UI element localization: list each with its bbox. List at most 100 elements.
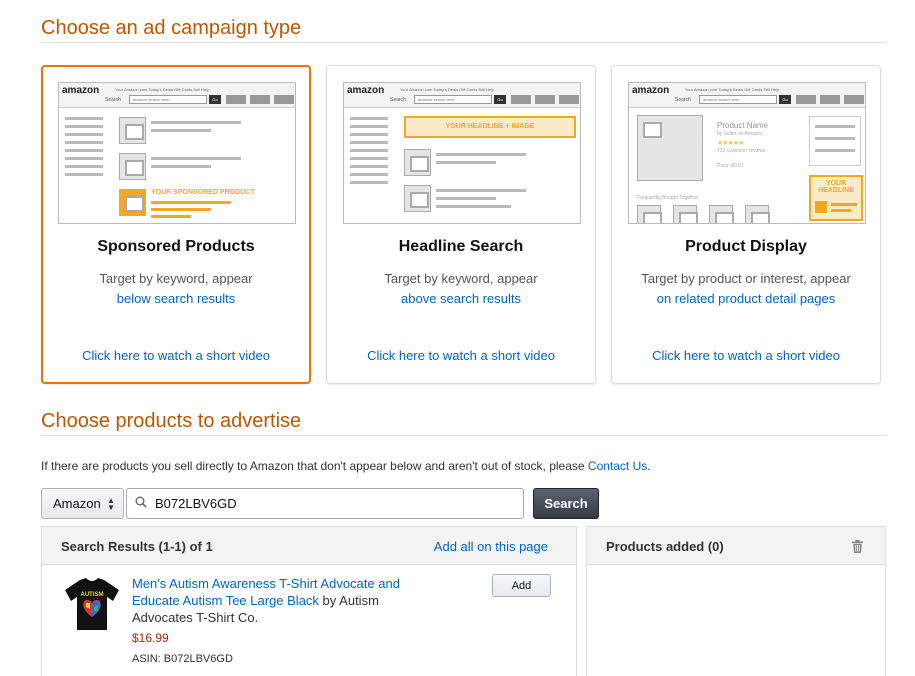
heading-divider <box>41 42 886 43</box>
mock-go: Go <box>779 95 791 104</box>
select-arrows-icon: ▲ ▼ <box>107 496 115 512</box>
mock-search-label: Search <box>105 97 121 103</box>
card-title: Product Display <box>685 238 807 255</box>
mock-line <box>65 125 103 128</box>
contact-us-link[interactable]: Contact Us <box>588 459 647 473</box>
mock-block <box>559 95 579 104</box>
mock-orange-line <box>831 209 851 212</box>
info-message: If there are products you sell directly … <box>41 459 588 473</box>
mock-header: amazon Your Amazon.com Today's Deals Gif… <box>59 83 295 108</box>
mock-block <box>250 95 270 104</box>
marketplace-select[interactable]: Amazon ▲ ▼ <box>41 488 124 519</box>
mock-line <box>151 165 211 168</box>
mock-line <box>350 117 388 120</box>
mock-line <box>350 141 388 144</box>
search-results-panel: Search Results (1-1) of 1 Add all on thi… <box>41 526 577 676</box>
card-description: Target by keyword, appear <box>99 271 253 286</box>
mock-sponsored-image-icon <box>119 189 146 216</box>
mock-line <box>65 173 103 176</box>
mock-logo: amazon <box>62 85 100 96</box>
mock-block <box>226 95 246 104</box>
mock-orange-line <box>151 215 191 218</box>
mock-line <box>815 149 855 152</box>
mock-line <box>350 125 388 128</box>
search-icon <box>135 496 147 508</box>
watch-video-link[interactable]: Click here to watch a short video <box>327 348 595 363</box>
choose-products-heading: Choose products to advertise <box>41 410 302 432</box>
mock-line <box>350 149 388 152</box>
mock-search: amazon search term <box>699 95 777 104</box>
mock-line <box>350 165 388 168</box>
mock-seller: by Seller on Amazon <box>717 131 763 137</box>
mock-line <box>65 141 103 144</box>
mock-line <box>436 153 526 156</box>
results-header: Search Results (1-1) of 1 Add all on thi… <box>42 527 576 565</box>
info-text: If there are products you sell directly … <box>41 459 651 473</box>
mock-sponsored-label: YOUR SPONSORED PRODUCT <box>151 189 255 196</box>
mock-nav: Your Amazon.com Today's Deals Gift Cards… <box>685 87 780 92</box>
card-description: Target by keyword, appear <box>384 271 538 286</box>
mock-header: amazon Your Amazon.com Today's Deals Gif… <box>344 83 580 108</box>
add-all-link[interactable]: Add all on this page <box>434 539 548 554</box>
mock-line <box>65 117 103 120</box>
trash-icon[interactable] <box>852 540 863 553</box>
mock-stars-icon: ★★★★★ <box>717 140 744 147</box>
product-thumbnail[interactable]: AUTISM <box>64 577 120 631</box>
product-price: $16.99 <box>132 631 169 645</box>
mock-logo: amazon <box>632 85 670 96</box>
mock-block <box>844 95 864 104</box>
mock-line <box>151 121 241 124</box>
mock-nav: Your Amazon.com Today's Deals Gift Cards… <box>115 87 210 92</box>
mock-line <box>65 165 103 168</box>
heading-divider <box>41 435 886 436</box>
watch-video-link[interactable]: Click here to watch a short video <box>612 348 880 363</box>
search-input[interactable] <box>155 490 515 517</box>
mock-line <box>65 133 103 136</box>
mock-price: Price: $0.81 <box>717 163 744 169</box>
mock-line <box>151 157 241 160</box>
mock-headline-box: YOUR HEADLINE + IMAGE <box>404 116 576 138</box>
mock-image-icon <box>673 205 698 223</box>
added-title: Products added (0) <box>606 539 724 554</box>
mock-block <box>535 95 555 104</box>
card-description-link: on related product detail pages <box>656 291 836 306</box>
mock-search: amazon search term <box>414 95 492 104</box>
product-search-box[interactable] <box>126 488 524 519</box>
mock-orange-line <box>151 201 231 204</box>
mock-frequently-bought: Frequently Bought Together <box>637 195 699 201</box>
marketplace-value: Amazon <box>53 496 101 511</box>
product-display-preview: amazon Your Amazon.com Today's Deals Gif… <box>628 82 866 224</box>
mock-line <box>65 157 103 160</box>
card-sponsored-products[interactable]: amazon Your Amazon.com Today's Deals Gif… <box>41 65 311 384</box>
mock-search: amazon search term <box>129 95 207 104</box>
mock-image-icon <box>119 153 146 180</box>
mock-line <box>436 197 496 200</box>
add-product-button[interactable]: Add <box>492 574 551 597</box>
campaign-type-heading: Choose an ad campaign type <box>41 17 302 39</box>
added-header: Products added (0) <box>587 527 885 565</box>
mock-block <box>796 95 816 104</box>
mock-reviews: 732 customer reviews <box>717 148 766 154</box>
mock-header: amazon Your Amazon.com Today's Deals Gif… <box>629 83 865 108</box>
mock-line <box>436 189 526 192</box>
mock-nav: Your Amazon.com Today's Deals Gift Cards… <box>400 87 495 92</box>
product-title: Men's Autism Awareness T-Shirt Advocate … <box>132 575 442 626</box>
products-added-panel: Products added (0) <box>586 526 886 676</box>
mock-block <box>511 95 531 104</box>
mock-buy-box <box>809 116 861 166</box>
sponsored-products-preview: amazon Your Amazon.com Today's Deals Gif… <box>58 82 296 224</box>
mock-logo: amazon <box>347 85 385 96</box>
mock-line <box>350 133 388 136</box>
mock-line <box>350 173 388 176</box>
mock-display-label2: HEADLINE <box>818 187 854 194</box>
mock-block <box>820 95 840 104</box>
mock-search-label: Search <box>390 97 406 103</box>
search-button[interactable]: Search <box>533 488 599 519</box>
mock-product-image-icon <box>637 115 703 181</box>
watch-video-link[interactable]: Click here to watch a short video <box>43 348 309 363</box>
card-headline-search[interactable]: amazon Your Amazon.com Today's Deals Gif… <box>326 65 596 384</box>
mock-line <box>436 205 511 208</box>
mock-line <box>350 181 388 184</box>
mock-display-ad: YOUR HEADLINE <box>809 175 863 221</box>
card-product-display[interactable]: amazon Your Amazon.com Today's Deals Gif… <box>611 65 881 384</box>
